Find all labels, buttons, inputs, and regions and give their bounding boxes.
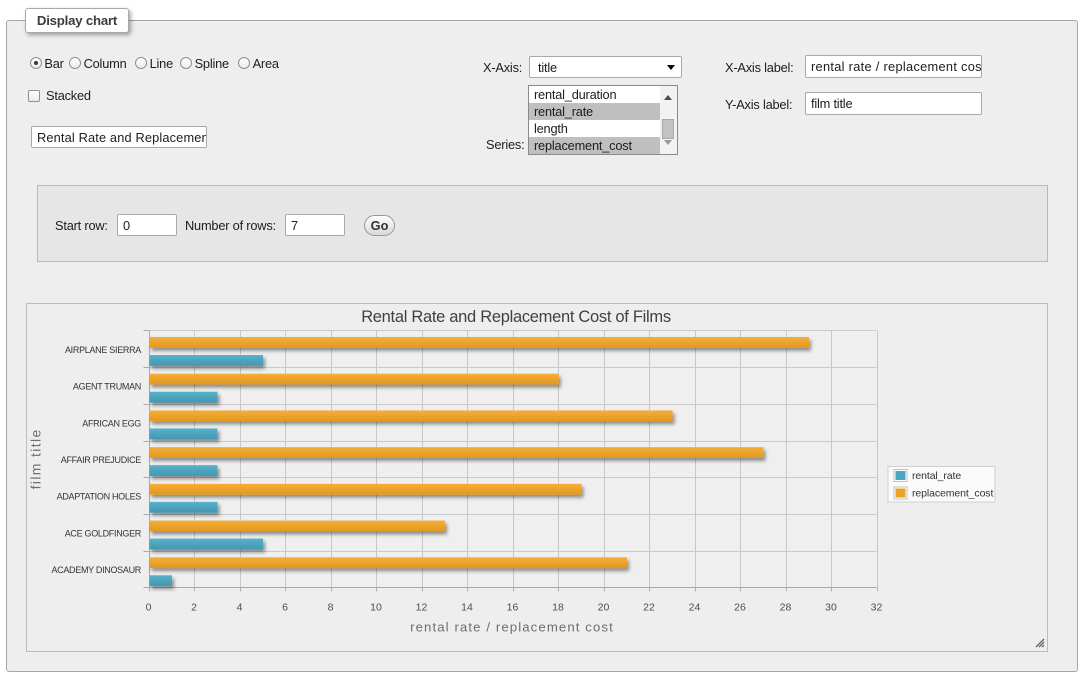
svg-text:2: 2 [191,601,197,613]
svg-text:AFRICAN EGG: AFRICAN EGG [82,418,141,428]
svg-text:0: 0 [146,601,152,613]
svg-text:rental rate / replacement cost: rental rate / replacement cost [410,619,614,634]
svg-text:ADAPTATION HOLES: ADAPTATION HOLES [57,492,142,502]
svg-text:8: 8 [328,601,334,613]
svg-text:ACADEMY DINOSAUR: ACADEMY DINOSAUR [51,565,141,575]
svg-text:6: 6 [282,601,288,613]
svg-text:replacement_cost: replacement_cost [912,488,993,500]
svg-text:14: 14 [461,601,473,613]
svg-text:rental_rate: rental_rate [912,470,961,482]
svg-text:22: 22 [643,601,655,613]
svg-text:12: 12 [416,601,428,613]
svg-text:ACE GOLDFINGER: ACE GOLDFINGER [65,528,142,538]
svg-text:28: 28 [780,601,792,613]
svg-text:24: 24 [689,601,701,613]
svg-text:16: 16 [507,601,519,613]
svg-text:32: 32 [871,601,883,613]
svg-text:30: 30 [825,601,837,613]
svg-text:Rental Rate and Replacement Co: Rental Rate and Replacement Cost of Film… [361,308,671,326]
svg-text:20: 20 [598,601,610,613]
svg-text:AFFAIR PREJUDICE: AFFAIR PREJUDICE [61,455,142,465]
svg-text:18: 18 [552,601,564,613]
svg-text:4: 4 [237,601,243,613]
svg-text:10: 10 [370,601,382,613]
svg-text:film title: film title [28,428,44,489]
svg-text:AGENT TRUMAN: AGENT TRUMAN [73,382,141,392]
svg-text:26: 26 [734,601,746,613]
svg-text:AIRPLANE SIERRA: AIRPLANE SIERRA [65,345,141,355]
